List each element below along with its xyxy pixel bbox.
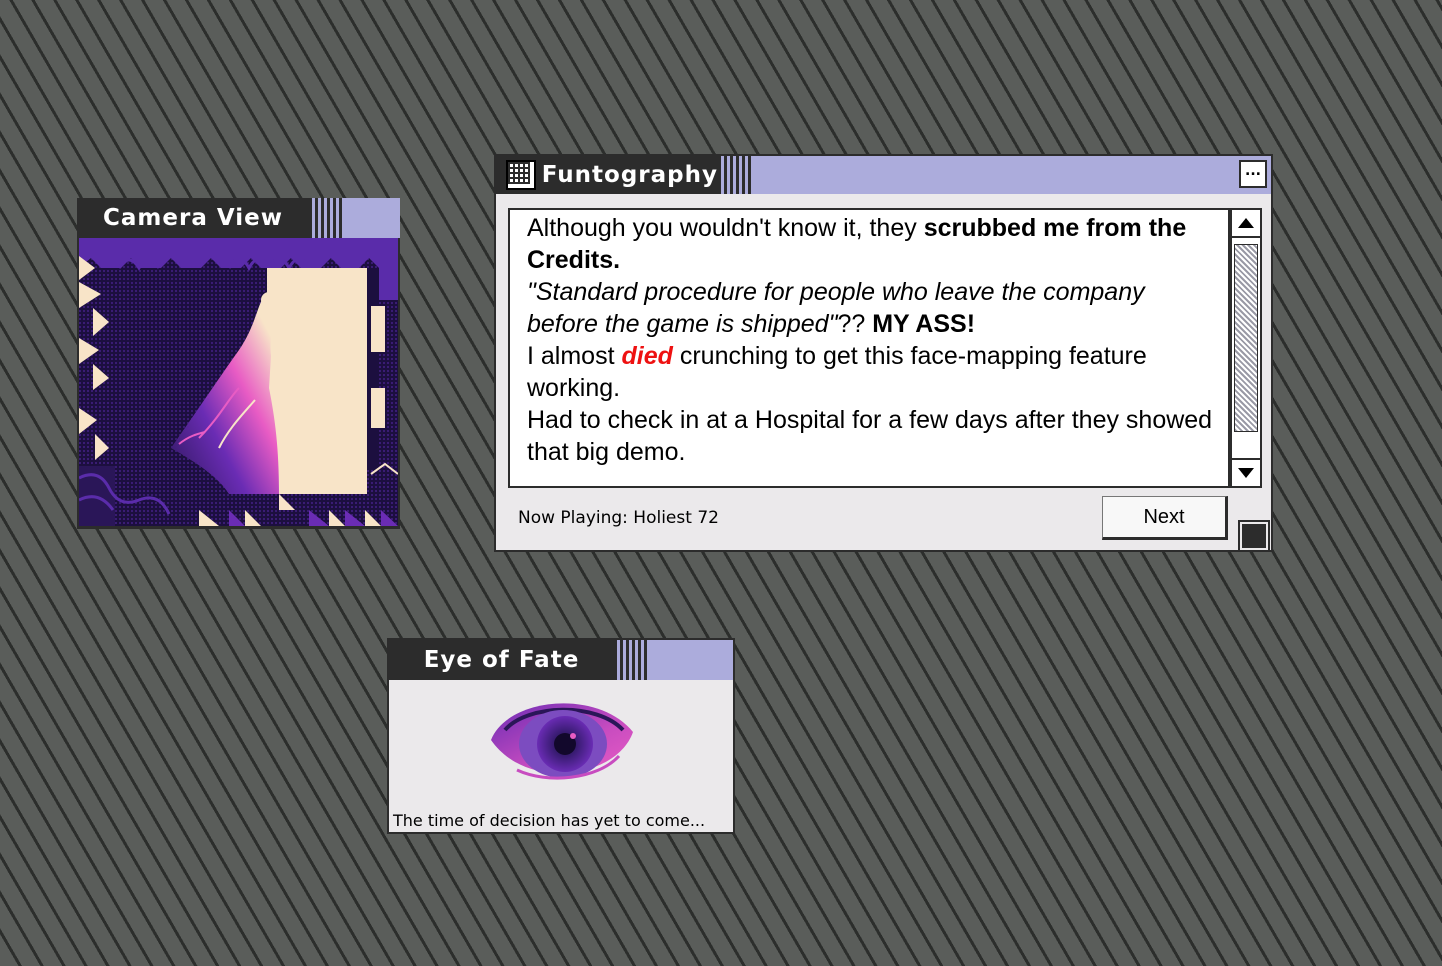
next-button[interactable]: Next: [1102, 496, 1228, 540]
camera-view-window: Camera View: [77, 198, 400, 529]
camera-feed: [79, 238, 398, 526]
scroll-thumb[interactable]: [1234, 244, 1258, 432]
camera-view-titlebar[interactable]: Camera View: [77, 198, 400, 238]
eye-icon: [491, 703, 633, 780]
now-playing-label: Now Playing: Holiest 72: [518, 508, 719, 528]
titlebar-fill: [648, 640, 733, 680]
menu-grid-icon[interactable]: [506, 160, 536, 190]
text-normal: ??: [837, 310, 873, 338]
eye-of-fate-window: Eye of Fate The time of decision has yet…: [387, 638, 735, 834]
titlebar-fill: [343, 198, 400, 238]
dialogue-paragraph-4: Had to check in at a Hospital for a few …: [527, 406, 1213, 466]
dialogue-text: Although you wouldn't know it, they scru…: [527, 212, 1218, 468]
titlebar-grip: [614, 640, 648, 680]
dialogue-paragraph-3: I almost died crunching to get this face…: [527, 340, 1218, 404]
scroll-down-icon[interactable]: [1232, 458, 1260, 486]
scroll-up-icon[interactable]: [1232, 210, 1260, 238]
text-bold: MY ASS!: [872, 310, 976, 338]
scrollbar[interactable]: [1230, 208, 1262, 488]
eye-of-fate-title: Eye of Fate: [389, 640, 614, 680]
funtography-title: Funtography: [541, 162, 718, 188]
dialogue-paragraph-2: "Standard procedure for people who leave…: [527, 276, 1218, 340]
camera-view-title: Camera View: [77, 198, 309, 238]
close-icon[interactable]: ...: [1239, 160, 1267, 188]
text-normal: I almost: [527, 342, 622, 370]
eye-of-fate-titlebar[interactable]: Eye of Fate: [389, 640, 733, 680]
titlebar-grip: [309, 198, 343, 238]
dialogue-text-box: Although you wouldn't know it, they scru…: [508, 208, 1230, 488]
text-italic: "Standard procedure for people who leave…: [527, 278, 1145, 338]
dialogue-paragraph-1: Although you wouldn't know it, they scru…: [527, 212, 1218, 276]
funtography-title-block: Funtography: [496, 156, 718, 194]
text-normal: Although you wouldn't know it, they: [527, 214, 924, 242]
titlebar-grip: [718, 156, 752, 194]
resize-icon[interactable]: [1238, 520, 1270, 552]
eye-of-fate-caption: The time of decision has yet to come...: [393, 811, 706, 830]
funtography-window: Funtography ... Although you wouldn't kn…: [494, 154, 1273, 552]
titlebar-fill: [752, 156, 1271, 194]
camera-feed-image: [79, 238, 398, 526]
text-red-emphasis: died: [621, 342, 673, 370]
funtography-titlebar[interactable]: Funtography ...: [496, 156, 1271, 194]
